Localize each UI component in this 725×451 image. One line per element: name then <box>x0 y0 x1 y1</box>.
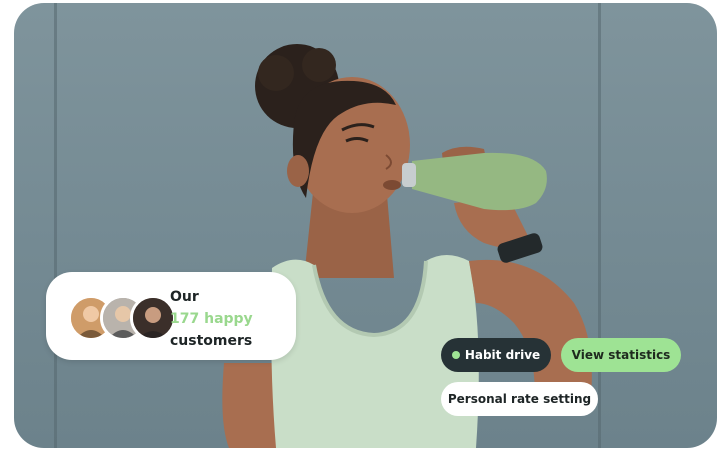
view-statistics-button[interactable]: View statistics <box>561 338 681 372</box>
hero-photo <box>14 3 717 448</box>
personal-rate-setting-button[interactable]: Personal rate setting <box>441 382 598 416</box>
happy-customers-card: Our 177 happy customers <box>46 272 296 360</box>
caption-line: Our <box>170 289 199 305</box>
habit-drive-tag[interactable]: Habit drive <box>441 338 551 372</box>
personal-rate-setting-label: Personal rate setting <box>447 392 592 406</box>
view-statistics-label: View statistics <box>571 348 671 362</box>
caption-line: customers <box>170 333 253 349</box>
status-dot <box>451 351 460 359</box>
customers-caption: Our 177 happy customers <box>170 286 253 352</box>
customer-count: 177 happy <box>170 311 253 327</box>
habit-drive-label: Habit drive <box>464 348 541 362</box>
woman-drinking-illustration <box>222 44 592 448</box>
